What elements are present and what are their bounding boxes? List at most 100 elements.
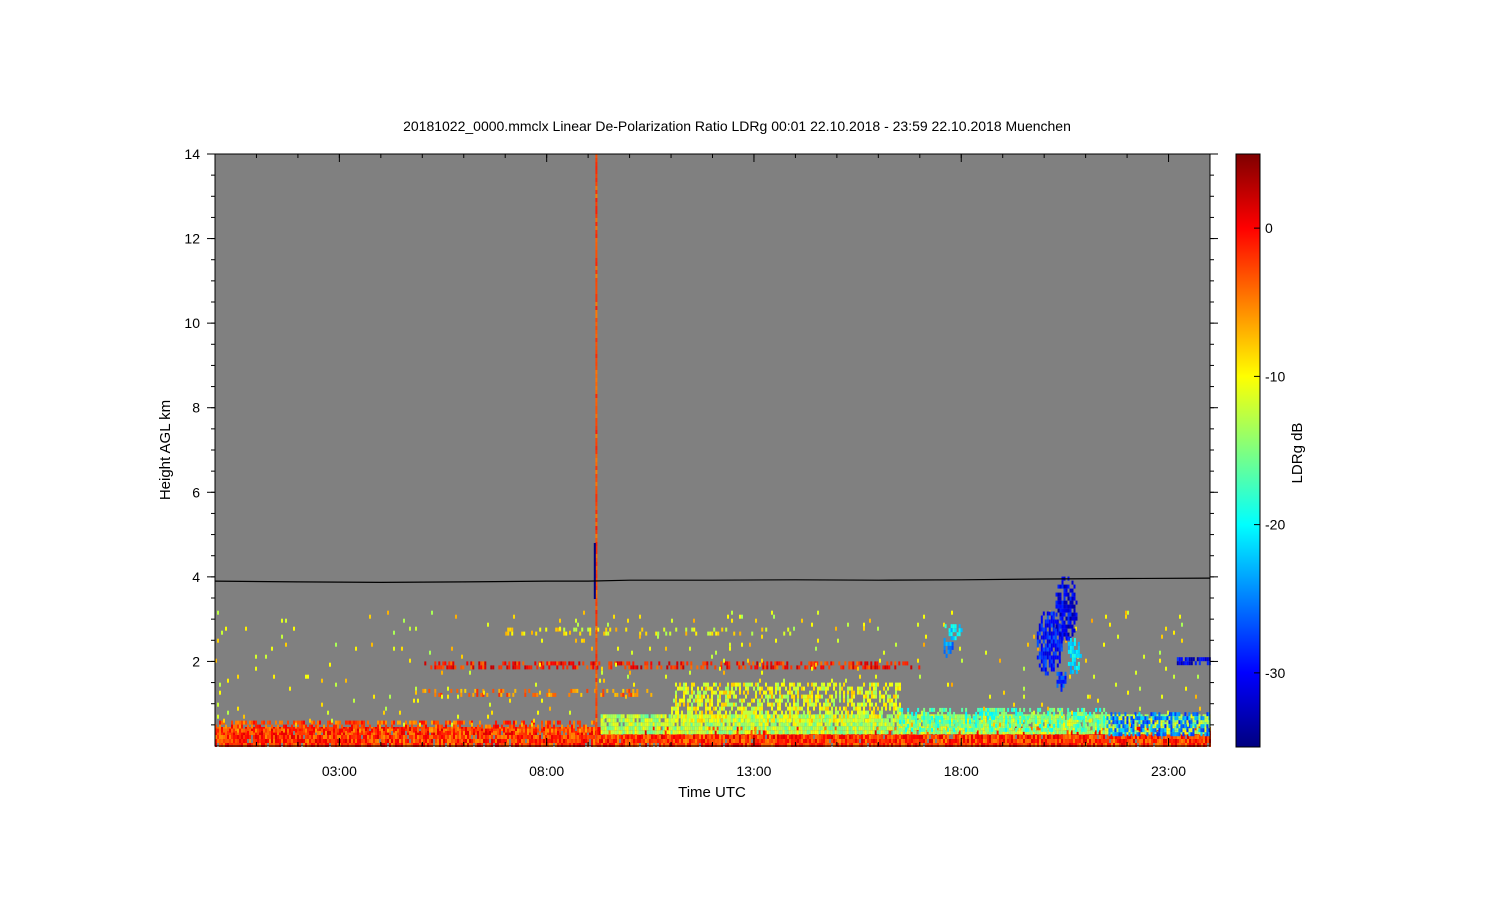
heatmap-cell <box>819 714 821 719</box>
heatmap-cell <box>591 731 593 735</box>
heatmap-cell <box>967 723 970 728</box>
heatmap-cell <box>745 686 747 691</box>
heatmap-cell <box>624 730 627 735</box>
heatmap-cell <box>735 686 737 691</box>
heatmap-cell <box>753 698 755 703</box>
heatmap-cell <box>959 723 962 728</box>
heatmap-cell <box>933 707 936 712</box>
heatmap-cell <box>747 682 749 687</box>
heatmap-cell <box>739 698 741 703</box>
heatmap-cell <box>677 735 679 739</box>
heatmap-cell <box>746 726 749 731</box>
heatmap-cell <box>285 739 287 743</box>
heatmap-cell <box>763 735 765 739</box>
heatmap-cell <box>321 735 323 739</box>
heatmap-cell <box>385 739 387 743</box>
heatmap-cell <box>561 735 563 739</box>
heatmap-cell <box>816 726 819 731</box>
heatmap-cell <box>523 724 525 729</box>
heatmap-cell <box>313 739 315 743</box>
heatmap-cell <box>919 727 922 732</box>
heatmap-cell <box>779 698 781 703</box>
heatmap-cell <box>987 707 990 712</box>
heatmap-cell <box>1065 719 1068 724</box>
heatmap-cell <box>1075 711 1078 716</box>
heatmap-cell <box>1029 739 1031 743</box>
heatmap-cell <box>249 739 251 743</box>
heatmap-cell <box>955 723 958 728</box>
heatmap-cell <box>751 706 753 711</box>
heatmap-cell <box>849 739 851 743</box>
heatmap-cell <box>634 722 637 727</box>
heatmap-cell <box>1181 739 1183 743</box>
heatmap-cell <box>857 702 859 707</box>
heatmap-cell <box>875 690 877 695</box>
heatmap-cell <box>543 727 545 731</box>
heatmap-cell <box>995 711 998 716</box>
heatmap-cell <box>659 735 661 739</box>
heatmap-cell <box>1070 722 1073 727</box>
heatmap-cell <box>867 718 869 723</box>
heatmap-cell <box>1083 739 1085 743</box>
heatmap-cell <box>1023 707 1026 712</box>
heatmap-cell <box>767 686 769 691</box>
heatmap-cell <box>549 735 551 739</box>
heatmap-cell <box>959 739 961 743</box>
heatmap-cell <box>816 730 819 735</box>
heatmap-cell <box>825 710 827 715</box>
heatmap-cell <box>353 728 355 733</box>
heatmap-cell <box>839 686 841 691</box>
heatmap-cell <box>731 718 733 723</box>
heatmap-cell <box>833 739 835 743</box>
heatmap-cell <box>1055 739 1057 743</box>
heatmap-cell <box>713 690 715 695</box>
heatmap-cell <box>676 726 679 731</box>
heatmap-cell <box>869 735 871 739</box>
heatmap-cell <box>777 714 779 719</box>
heatmap-cell <box>1204 722 1207 727</box>
heatmap-cell <box>683 735 685 739</box>
heatmap-cell <box>888 726 891 731</box>
heatmap-cell <box>307 728 309 733</box>
heatmap-cell <box>815 739 817 743</box>
heatmap-cell <box>720 722 723 727</box>
heatmap-cell <box>975 715 978 720</box>
heatmap-cell <box>511 735 513 739</box>
heatmap-cell <box>734 722 737 727</box>
heatmap-cell <box>529 735 531 739</box>
heatmap-cell <box>783 694 785 699</box>
heatmap-cell <box>1103 723 1106 728</box>
heatmap-cell <box>829 735 831 739</box>
heatmap-cell <box>955 719 958 724</box>
heatmap-cell <box>399 720 401 725</box>
heatmap-cell <box>729 690 731 695</box>
heatmap-cell <box>895 706 897 711</box>
heatmap-cell <box>933 723 936 728</box>
heatmap-cell <box>497 739 499 743</box>
heatmap-cell <box>913 719 916 724</box>
heatmap-cell <box>629 735 631 739</box>
heatmap-cell <box>779 735 781 739</box>
heatmap-cell <box>299 735 301 739</box>
heatmap-cell <box>293 735 295 739</box>
heatmap-cell <box>873 710 875 715</box>
heatmap-cell <box>261 739 263 743</box>
heatmap-cell <box>786 730 789 735</box>
heatmap-cell <box>965 739 967 743</box>
heatmap-cell <box>831 718 833 723</box>
heatmap-cell <box>823 718 825 723</box>
heatmap-cell <box>227 727 229 731</box>
heatmap-cell <box>687 698 689 703</box>
heatmap-cell <box>1201 739 1203 743</box>
heatmap-cell <box>822 726 825 731</box>
heatmap-cell <box>975 739 977 743</box>
heatmap-cell <box>859 718 861 723</box>
heatmap-cell <box>335 728 337 733</box>
heatmap-cell <box>979 739 981 743</box>
heatmap-cell <box>697 694 699 699</box>
heatmap-cell <box>703 739 705 743</box>
heatmap-cell <box>735 710 737 715</box>
heatmap-cell <box>949 715 952 720</box>
heatmap-cell <box>1090 722 1093 727</box>
heatmap-cell <box>767 702 769 707</box>
